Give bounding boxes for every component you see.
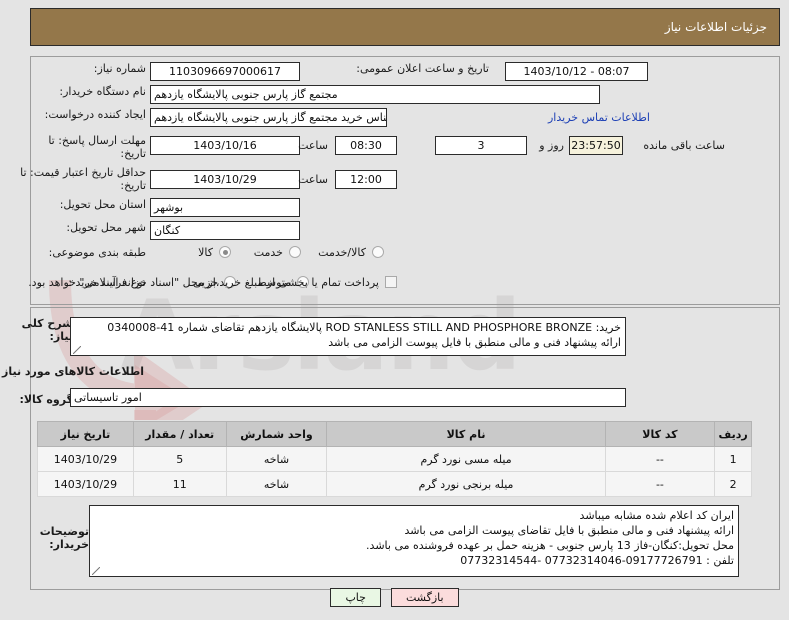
description-line-1: خرید: ROD STANLESS STILL AND PHOSPHORE B…	[107, 321, 621, 334]
buyer-notes-label-wrap: توضیحات خریدار:	[0, 525, 89, 551]
public-announce-value: 08:07 - 1403/10/12	[505, 62, 648, 81]
province-label: استان محل تحویل:	[59, 198, 146, 211]
category-option-kala-khedmat-label: کالا/خدمت	[318, 245, 366, 259]
remaining-suffix-label: ساعت باقی مانده	[643, 139, 725, 152]
cell-index: 1	[714, 446, 752, 472]
requester-label: ایجاد کننده درخواست:	[44, 108, 146, 121]
days-and-label-wrap: روز و	[539, 136, 564, 155]
public-announce-label-wrap: تاریخ و ساعت اعلان عمومی:	[356, 62, 489, 75]
price-validity-date-value: 1403/10/29	[150, 170, 300, 189]
page-root: Arsland جزئیات اطلاعات نیاز شماره نیاز: …	[0, 0, 789, 620]
category-label-wrap: طبقه بندی موضوعی:	[49, 244, 146, 260]
need-number-value: 1103096697000617	[150, 62, 300, 81]
description-textarea[interactable]: خرید: ROD STANLESS STILL AND PHOSPHORE B…	[70, 317, 626, 356]
category-option-kala-khedmat[interactable]: کالا/خدمت	[318, 244, 384, 260]
category-option-khedmat-label: خدمت	[253, 245, 283, 259]
buyer-notes-line-3: محل تحویل:کنگان-فاز 13 پارس جنوبی - هزین…	[366, 539, 734, 552]
description-label: شرح کلی نیاز:	[21, 317, 73, 343]
category-label: طبقه بندی موضوعی:	[48, 245, 146, 259]
price-validity-label-wrap: حداقل تاریخ اعتبار قیمت: تا تاریخ:	[16, 166, 146, 192]
goods-table: ردیف کد کالا نام کالا واحد شمارش تعداد /…	[37, 421, 752, 497]
deadline-label-wrap: مهلت ارسال پاسخ: تا تاریخ:	[26, 134, 146, 160]
th-code: کد کالا	[604, 421, 716, 447]
cell-qty: 11	[132, 471, 227, 497]
cell-code: --	[604, 471, 716, 497]
deadline-time-value: 08:30	[335, 136, 397, 155]
cell-date: 1403/10/29	[37, 471, 134, 497]
city-value: کنگان	[150, 221, 300, 240]
remaining-countdown-value: 23:57:50	[569, 136, 623, 155]
deadline-hour-label: ساعت	[298, 139, 328, 152]
need-number-label: شماره نیاز:	[93, 62, 146, 75]
goods-group-label: گروه کالا:	[19, 393, 73, 406]
cell-unit: شاخه	[225, 471, 328, 497]
requester-label-wrap: ایجاد کننده درخواست:	[45, 108, 146, 121]
price-validity-time-value: 12:00	[335, 170, 397, 189]
treasury-checkbox-row[interactable]: پرداخت تمام یا بخشی از مبلغ خرید،از محل …	[28, 274, 397, 290]
category-option-kala-label: کالا	[198, 245, 213, 259]
requester-value: فرهاد محمودی کارشناس خرید مجتمع گاز پارس…	[150, 108, 387, 127]
buyer-org-label: نام دستگاه خریدار:	[59, 85, 146, 98]
cell-index: 2	[714, 471, 752, 497]
buyer-org-label-wrap: نام دستگاه خریدار:	[59, 85, 146, 98]
page-title: جزئیات اطلاعات نیاز	[30, 8, 780, 46]
radio-icon-kala-khedmat[interactable]	[372, 246, 384, 258]
treasury-checkbox-label: پرداخت تمام یا بخشی از مبلغ خرید،از محل …	[28, 275, 379, 289]
buyer-org-value: مجتمع گاز پارس جنوبی پالایشگاه یازدهم	[150, 85, 600, 104]
price-validity-hour-label-wrap: ساعت	[298, 170, 328, 189]
back-button[interactable]: بازگشت	[390, 588, 459, 607]
remaining-days-value: 3	[435, 136, 527, 155]
buyer-contact-link-wrap[interactable]: اطلاعات تماس خریدار	[548, 108, 650, 127]
category-option-khedmat[interactable]: خدمت	[254, 244, 301, 260]
deadline-hour-label-wrap: ساعت	[298, 136, 328, 155]
print-button[interactable]: چاپ	[330, 588, 381, 607]
province-label-wrap: استان محل تحویل:	[60, 198, 146, 211]
th-date: تاریخ نیاز	[37, 421, 134, 447]
city-label: شهر محل تحویل:	[66, 221, 146, 234]
buyer-notes-line-2: ارائه پیشنهاد فنی و مالی منطبق با فایل ت…	[404, 524, 734, 537]
th-index: ردیف	[714, 421, 752, 447]
cell-code: --	[604, 446, 716, 472]
table-row: 2 -- میله برنجی نورد گرم شاخه 11 1403/10…	[37, 471, 752, 497]
goods-group-label-wrap: گروه کالا:	[19, 390, 73, 409]
page-title-label: جزئیات اطلاعات نیاز	[664, 20, 767, 34]
goods-group-value: امور تاسیساتی	[70, 388, 626, 407]
deadline-date-value: 1403/10/16	[150, 136, 300, 155]
cell-name: میله برنجی نورد گرم	[326, 471, 606, 497]
cell-date: 1403/10/29	[37, 446, 134, 472]
action-button-bar: بازگشت چاپ	[0, 588, 789, 607]
price-validity-hour-label: ساعت	[298, 173, 328, 186]
buyer-notes-label: توضیحات خریدار:	[39, 525, 89, 551]
goods-info-heading: اطلاعات کالاهای مورد نیاز	[2, 364, 144, 378]
deadline-label: مهلت ارسال پاسخ: تا تاریخ:	[48, 134, 146, 160]
buyer-notes-line-4: تلفن : 09177726791-07732314046 -07732314…	[460, 554, 734, 567]
table-header-row: ردیف کد کالا نام کالا واحد شمارش تعداد /…	[37, 421, 752, 447]
public-announce-label: تاریخ و ساعت اعلان عمومی:	[356, 62, 489, 75]
goods-info-heading-wrap: اطلاعات کالاهای مورد نیاز	[2, 363, 144, 379]
description-label-wrap: شرح کلی نیاز:	[0, 317, 73, 343]
th-name: نام کالا	[326, 421, 606, 447]
radio-icon-khedmat[interactable]	[289, 246, 301, 258]
description-line-2: ارائه پیشنهاد فنی و مالی منطبق با فایل پ…	[328, 336, 621, 349]
price-validity-label: حداقل تاریخ اعتبار قیمت: تا تاریخ:	[20, 166, 146, 192]
cell-qty: 5	[132, 446, 227, 472]
th-qty: تعداد / مقدار	[132, 421, 227, 447]
radio-icon-kala[interactable]	[219, 246, 231, 258]
city-label-wrap: شهر محل تحویل:	[66, 221, 146, 234]
remaining-suffix-wrap: ساعت باقی مانده	[643, 136, 725, 155]
buyer-contact-link[interactable]: اطلاعات تماس خریدار	[548, 111, 650, 124]
category-option-kala[interactable]: کالا	[198, 244, 231, 260]
need-number-label-wrap: شماره نیاز:	[26, 62, 146, 75]
buyer-notes-line-1: ایران کد اعلام شده مشابه میباشد	[579, 509, 734, 522]
resize-handle-icon[interactable]	[92, 567, 100, 575]
cell-unit: شاخه	[225, 446, 328, 472]
resize-handle-icon[interactable]	[73, 346, 81, 354]
buyer-notes-textarea[interactable]: ایران کد اعلام شده مشابه میباشد ارائه پی…	[89, 505, 739, 577]
th-unit: واحد شمارش	[225, 421, 328, 447]
cell-name: میله مسی نورد گرم	[326, 446, 606, 472]
days-and-label: روز و	[539, 139, 564, 152]
province-value: بوشهر	[150, 198, 300, 217]
table-row: 1 -- میله مسی نورد گرم شاخه 5 1403/10/29	[37, 446, 752, 472]
checkbox-icon-treasury[interactable]	[385, 276, 397, 288]
